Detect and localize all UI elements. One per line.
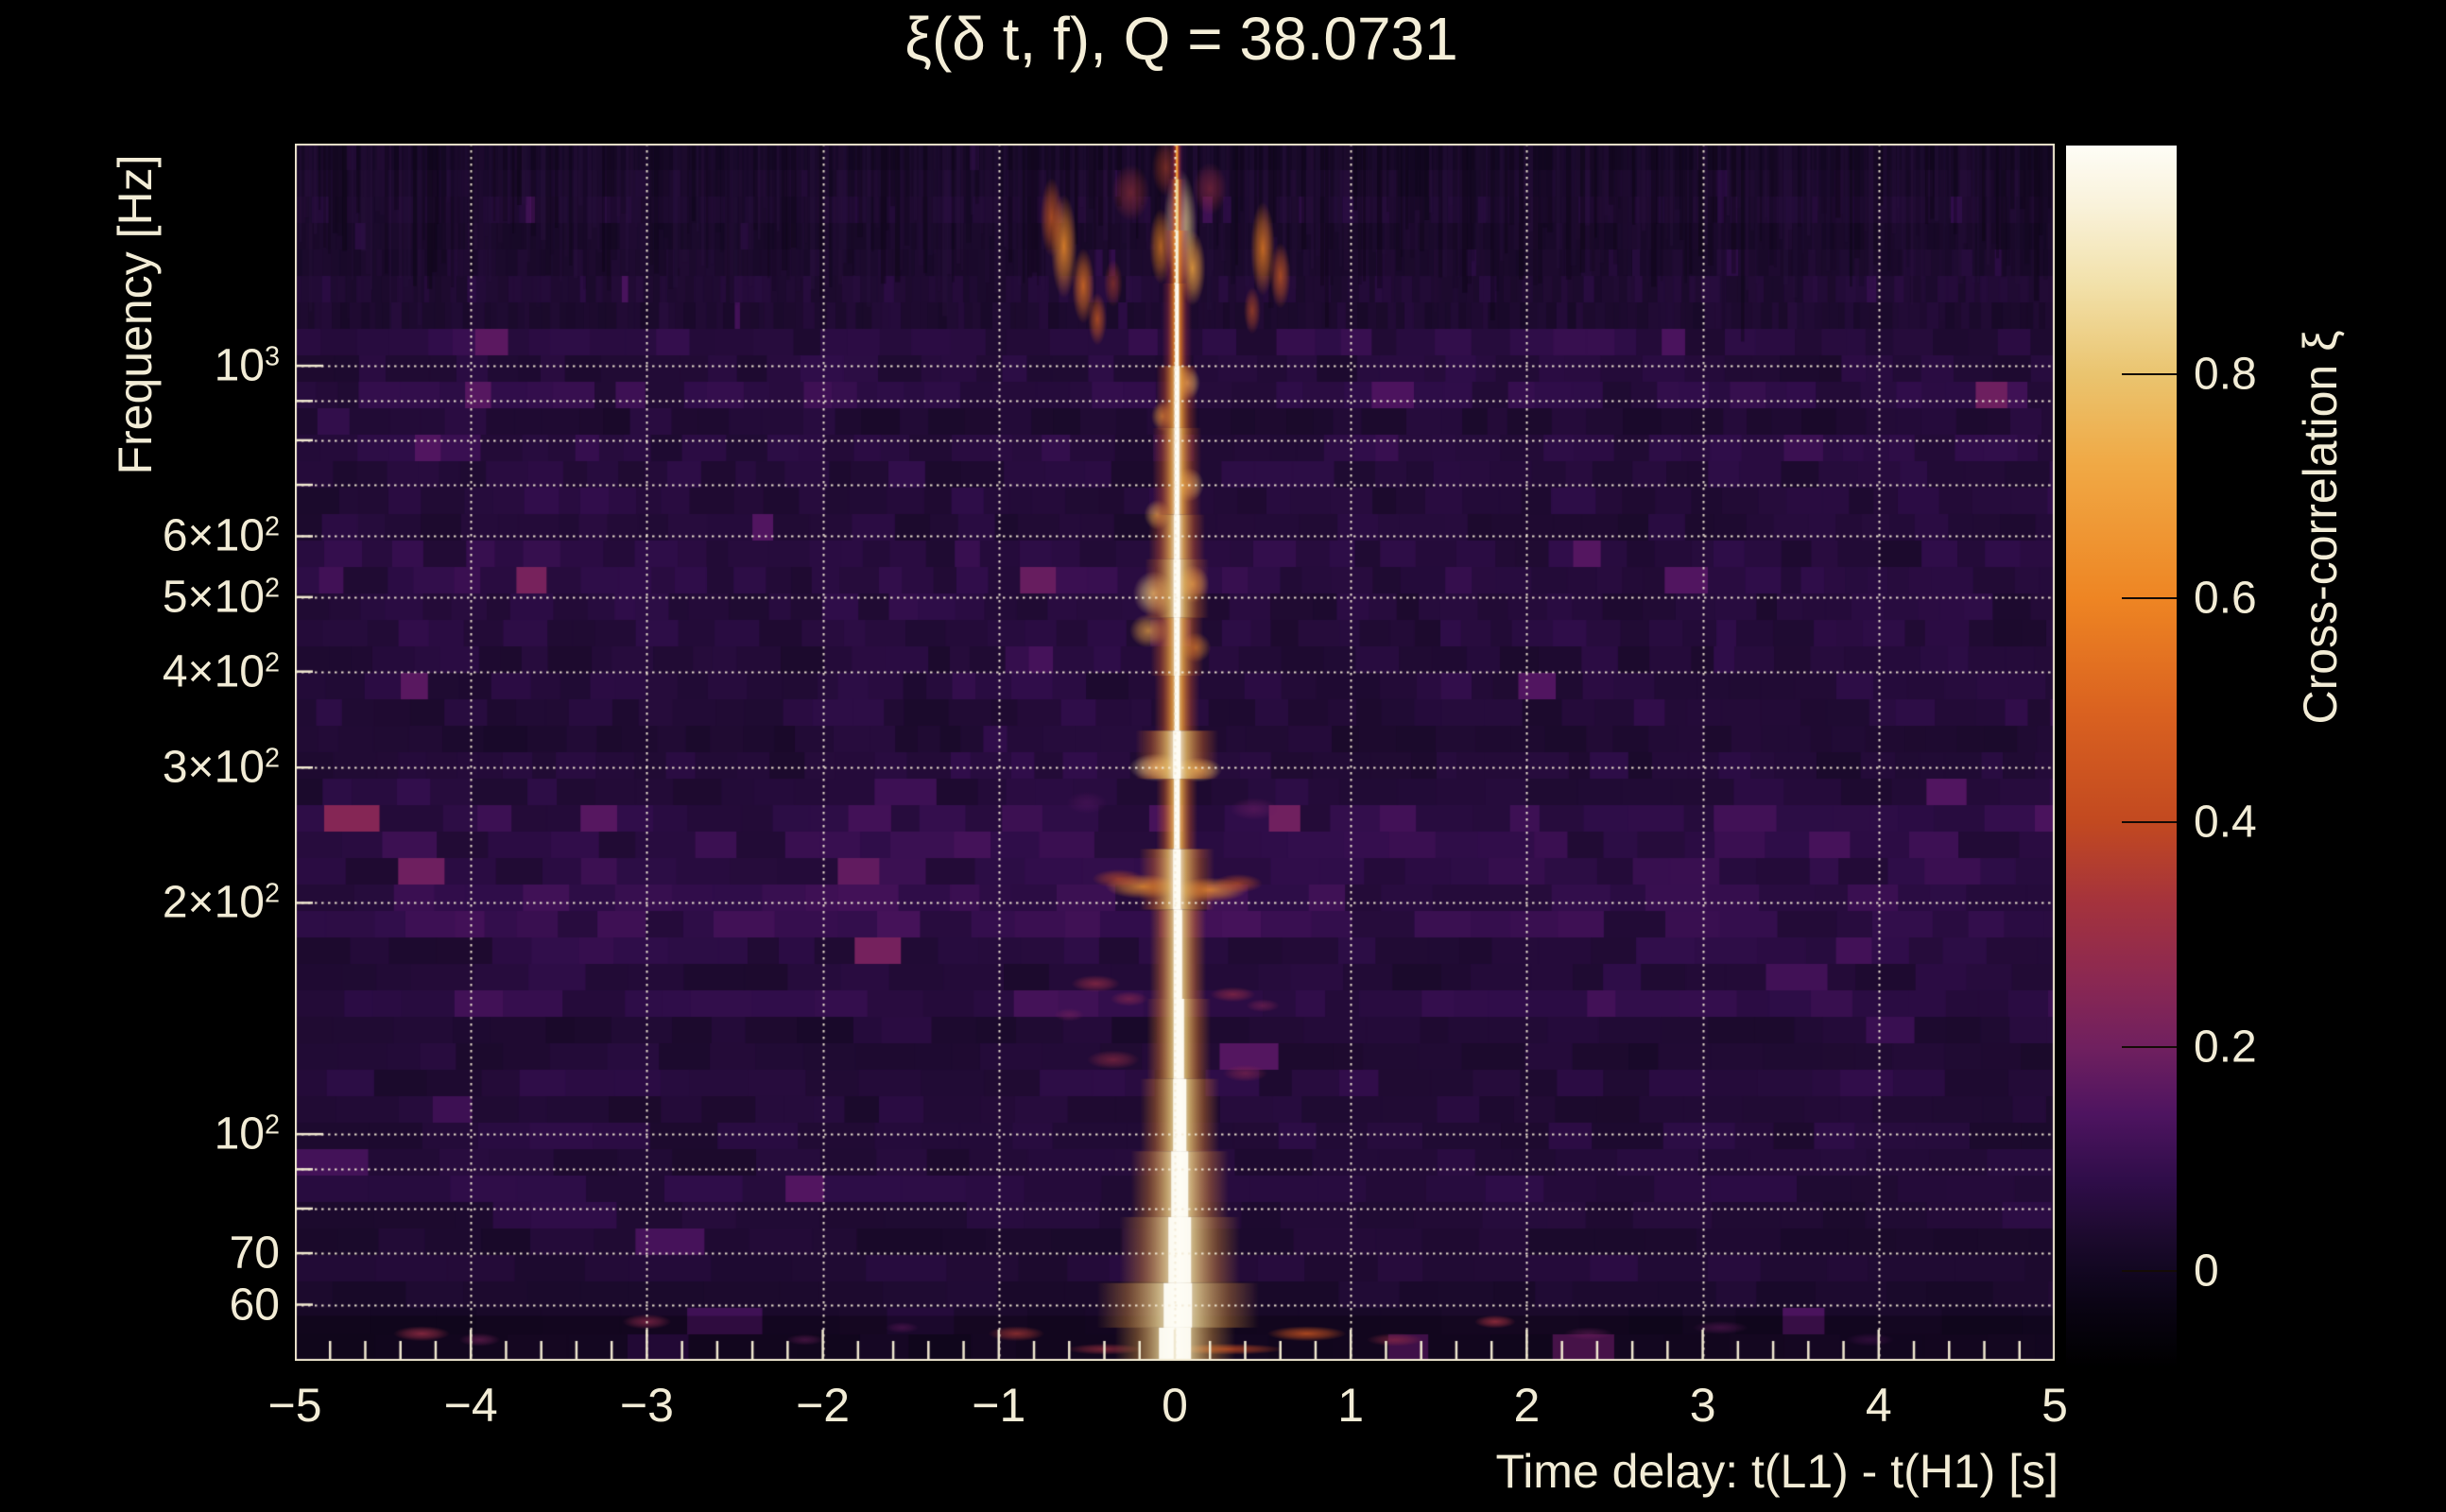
x-tick-label: 5 [2041,1379,2068,1432]
colorbar-title: Cross-correlation ξ [2294,330,2347,725]
colorbar-tick-label: 0.4 [2194,797,2257,848]
y-tick-label: 102 [214,1108,280,1160]
spectrogram-canvas [295,144,2055,1361]
y-tick-label: 4×102 [162,646,280,697]
x-tick-label: 0 [1162,1379,1188,1432]
y-tick-label: 3×102 [162,742,280,793]
colorbar-tick-label: 0.8 [2194,349,2257,400]
y-tick-label: 6×102 [162,510,280,561]
y-axis-title: Frequency [Hz] [109,154,162,475]
x-tick-label: −4 [443,1379,498,1432]
x-tick-label: 3 [1689,1379,1716,1432]
x-axis-title: Time delay: t(L1) - t(H1) [s] [1495,1445,2058,1498]
x-tick-label: 1 [1337,1379,1365,1432]
qscan-figure: ξ(δ t, f), Q = 38.0731 Frequency [Hz] Ti… [0,0,2446,1512]
x-tick-label: −3 [619,1379,674,1432]
colorbar-tick [2121,1269,2177,1272]
x-tick-label: 2 [1513,1379,1541,1432]
y-tick-label: 2×102 [162,877,280,928]
y-tick-label: 103 [214,340,280,391]
x-tick-label: −5 [267,1379,322,1432]
colorbar-tick [2121,372,2177,375]
colorbar-tick-label: 0 [2194,1246,2219,1297]
colorbar-tick [2121,597,2177,600]
colorbar [2066,146,2177,1367]
colorbar-tick [2121,1045,2177,1048]
y-tick-label: 60 [229,1280,280,1331]
x-tick-label: −2 [796,1379,851,1432]
colorbar-tick [2121,821,2177,824]
y-tick-label: 70 [229,1228,280,1279]
colorbar-tick-label: 0.2 [2194,1022,2257,1073]
colorbar-gradient [2066,146,2177,1367]
x-tick-label: −1 [972,1379,1026,1432]
colorbar-tick-label: 0.6 [2194,573,2257,624]
y-tick-label: 5×102 [162,572,280,623]
page-title: ξ(δ t, f), Q = 38.0731 [904,5,1458,73]
x-tick-label: 4 [1865,1379,1892,1432]
